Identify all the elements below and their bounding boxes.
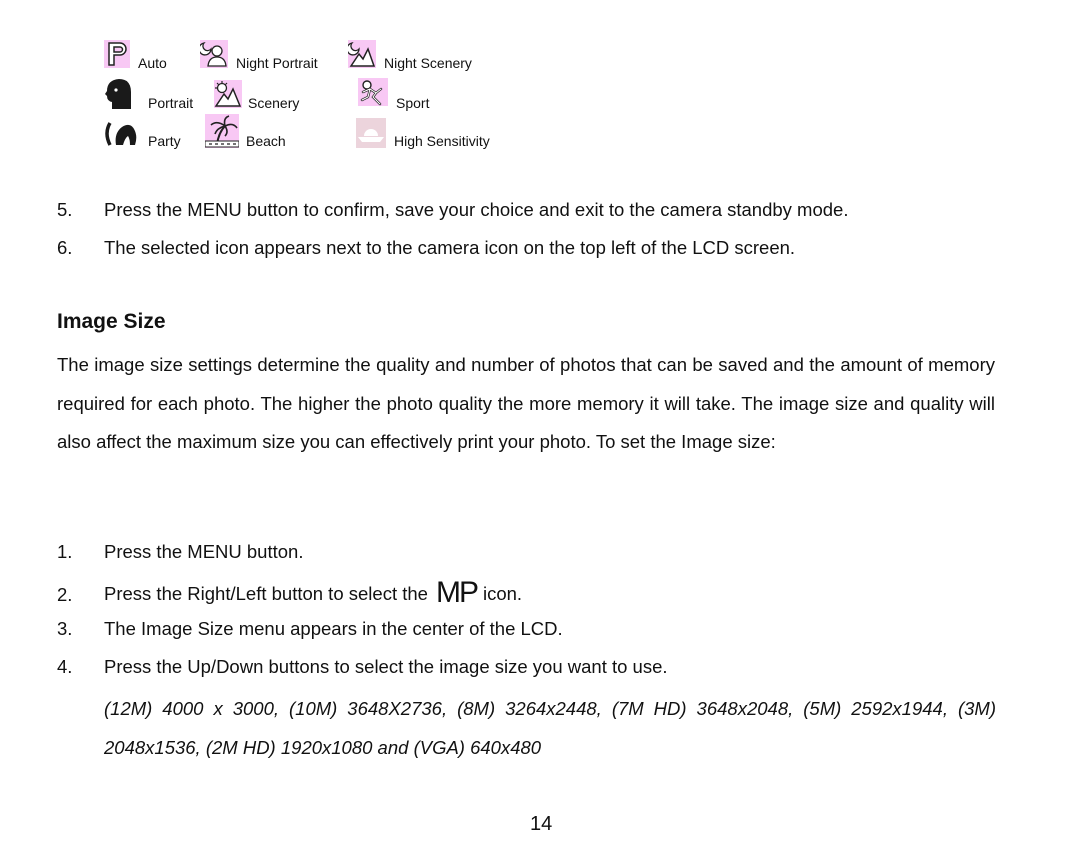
mp-icon: MP [435, 576, 479, 609]
scene-label-party: Party [148, 133, 181, 149]
step-number: 3. [57, 618, 73, 639]
step-text-before: Press the Right/Left button to select th… [104, 583, 428, 604]
step-number: 5. [57, 199, 73, 220]
scene-label-sport: Sport [396, 95, 430, 111]
step-text-after: icon. [482, 583, 523, 604]
sport-icon [358, 78, 388, 106]
step-text: Press the MENU button to confirm, save y… [104, 199, 849, 220]
page-number: 14 [530, 813, 553, 835]
auto-p-icon [104, 40, 130, 68]
high-sensitivity-icon [356, 118, 386, 148]
scenery-icon [214, 80, 242, 108]
beach-icon [205, 114, 239, 148]
scene-label-night-portrait: Night Portrait [236, 55, 318, 71]
scene-label-beach: Beach [246, 133, 286, 149]
portrait-icon [104, 78, 134, 110]
section-intro: The image size settings determine the qu… [57, 354, 995, 452]
step-text: The Image Size menu appears in the cente… [104, 618, 563, 639]
step-text: Press the Up/Down buttons to select the … [104, 656, 668, 677]
night-portrait-icon [200, 40, 228, 68]
night-scenery-icon [348, 40, 376, 68]
step-number: 1. [57, 541, 73, 562]
step-number: 2. [57, 584, 73, 605]
image-size-options: (12M) 4000 x 3000, (10M) 3648X2736, (8M)… [104, 698, 996, 758]
scene-label-portrait: Portrait [148, 95, 194, 111]
step-number: 4. [57, 656, 73, 677]
scene-label-auto: Auto [138, 55, 167, 71]
step-number: 6. [57, 237, 73, 258]
section-heading: Image Size [57, 310, 166, 333]
step-text: Press the MENU button. [104, 541, 304, 562]
scene-label-high-sensitivity: High Sensitivity [394, 133, 490, 149]
scene-label-scenery: Scenery [248, 95, 300, 111]
party-icon [104, 121, 138, 147]
step-text: Press the Right/Left button to select th… [104, 576, 522, 610]
scene-label-night-scenery: Night Scenery [384, 55, 472, 71]
step-text: The selected icon appears next to the ca… [104, 237, 796, 258]
